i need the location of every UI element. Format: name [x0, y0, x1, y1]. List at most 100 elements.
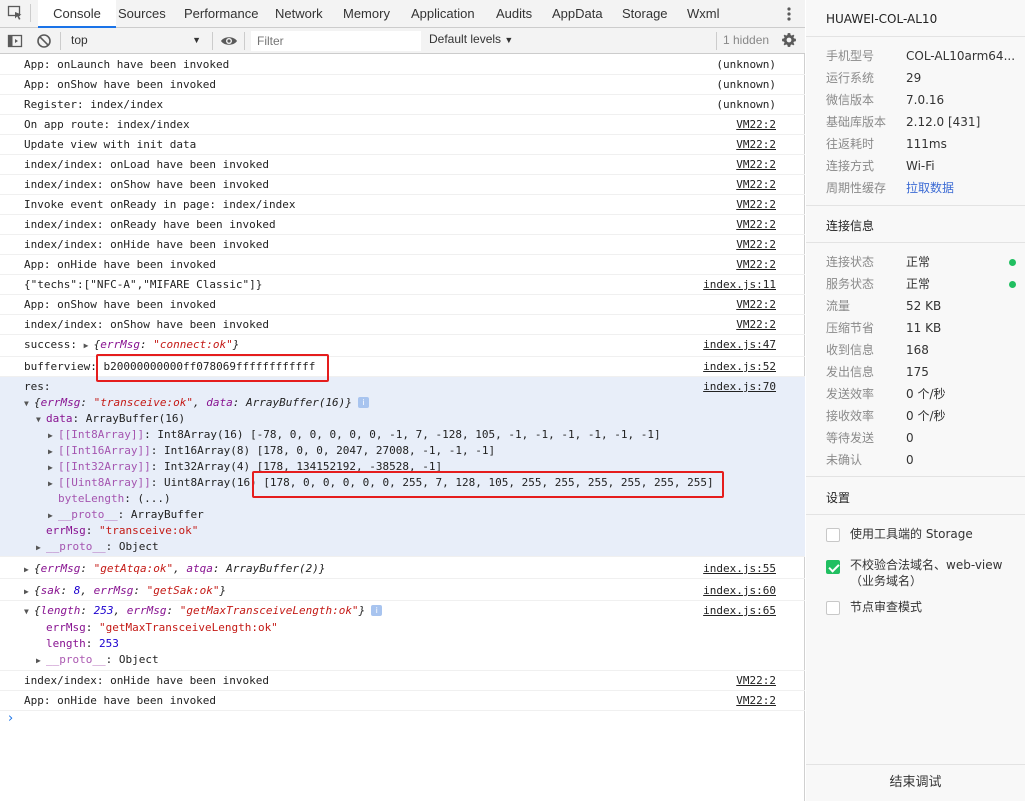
tab-application[interactable]: Application	[409, 0, 477, 28]
console-prompt[interactable]: ›	[8, 711, 13, 726]
property-proto[interactable]: ▶ __proto__: Object	[36, 653, 159, 666]
log-row-expanded: ▼ {length: 253, errMsg: "getMaxTransceive…	[0, 601, 805, 671]
info-icon: i	[371, 605, 383, 616]
log-source-link[interactable]: index.js:65	[703, 604, 776, 617]
dropdown-arrow-icon: ▼	[192, 35, 201, 45]
info-value: 111ms	[906, 137, 947, 151]
log-levels-dropdown[interactable]: Default levels ▼	[429, 32, 513, 46]
info-key: 接收效率	[826, 409, 875, 423]
log-message: index/index: onHide have been invoked	[24, 238, 270, 251]
status-ok-dot	[1009, 259, 1016, 266]
end-debug-button[interactable]: 结束调试	[806, 764, 1025, 801]
property-errmsg: errMsg: "transceive:ok"	[46, 524, 199, 537]
object-preview[interactable]: ▶ {errMsg: "getAtqa:ok", atqa: ArrayBuffe…	[24, 562, 325, 575]
log-row: App: onHide have been invoked VM22:2	[0, 691, 805, 711]
log-row: index/index: onHide have been invoked VM2…	[0, 235, 805, 255]
log-source-link[interactable]: VM22:2	[736, 258, 776, 271]
tab-performance[interactable]: Performance	[182, 0, 260, 28]
gear-icon[interactable]	[781, 32, 797, 48]
log-source-link[interactable]: index.js:11	[703, 278, 776, 291]
object-summary[interactable]: ▼ {length: 253, errMsg: "getMaxTransceive…	[24, 604, 383, 617]
log-source-link[interactable]: VM22:2	[736, 118, 776, 131]
log-source-link[interactable]: VM22:2	[736, 318, 776, 331]
tab-appdata[interactable]: AppData	[550, 0, 605, 28]
log-message: App: onShow have been invoked	[24, 78, 217, 91]
log-source-link[interactable]: index.js:52	[703, 360, 776, 373]
device-info-row: 微信版本 7.0.16	[826, 89, 1016, 111]
property-data[interactable]: ▼ data: ArrayBuffer(16)	[36, 412, 185, 425]
log-source-link[interactable]: VM22:2	[736, 158, 776, 171]
collapse-arrow-icon: ▼	[24, 607, 29, 616]
log-source-link[interactable]: index.js:70	[703, 380, 776, 393]
info-key: 发出信息	[826, 365, 875, 379]
log-message: Update view with init data	[24, 138, 197, 151]
tab-storage[interactable]: Storage	[620, 0, 670, 28]
log-source-link[interactable]: VM22:2	[736, 178, 776, 191]
fetch-data-link[interactable]: 拉取数据	[906, 177, 954, 199]
collapse-arrow-icon: ▼	[36, 415, 41, 424]
tab-audits[interactable]: Audits	[494, 0, 534, 28]
log-row: index/index: onShow have been invoked VM2…	[0, 175, 805, 195]
log-message: App: onShow have been invoked	[24, 298, 217, 311]
object-preview[interactable]: ▶ {sak: 8, errMsg: "getSak:ok"}	[24, 584, 226, 597]
log-row: Register: index/index (unknown)	[0, 95, 805, 115]
log-source-link[interactable]: index.js:55	[703, 562, 776, 575]
log-source-link[interactable]: VM22:2	[736, 298, 776, 311]
info-key: 收到信息	[826, 343, 875, 357]
sidebar-toggle-icon[interactable]	[7, 33, 23, 49]
tab-wxml[interactable]: Wxml	[685, 0, 722, 28]
log-message: success: ▶ {errMsg: "connect:ok"}	[24, 338, 239, 351]
tab-memory[interactable]: Memory	[341, 0, 392, 28]
expand-arrow-icon: ▶	[24, 565, 29, 574]
log-source-link[interactable]: index.js:47	[703, 338, 776, 351]
log-source-link[interactable]: VM22:2	[736, 238, 776, 251]
device-info-row: 周期性缓存 拉取数据	[826, 177, 1016, 199]
property-bytelength[interactable]: byteLength: (...)	[58, 492, 171, 505]
connection-row: 流量 52 KB	[826, 295, 1016, 317]
more-options-icon[interactable]	[784, 4, 794, 24]
eye-icon[interactable]	[220, 33, 238, 49]
property-int16array[interactable]: ▶ [[Int16Array]]: Int16Array(8) [178, 0, …	[48, 444, 495, 457]
log-label: res:	[24, 380, 51, 393]
info-value: Wi-Fi	[906, 159, 935, 173]
property-int8array[interactable]: ▶ [[Int8Array]]: Int8Array(16) [-78, 0, 0…	[48, 428, 661, 441]
property-proto[interactable]: ▶ __proto__: Object	[36, 540, 159, 553]
connection-row: 等待发送 0	[826, 427, 1016, 449]
log-row: App: onLaunch have been invoked (unknown)	[0, 55, 805, 75]
tab-console[interactable]: Console	[38, 0, 116, 28]
log-label: bufferview:	[24, 360, 97, 373]
hidden-count: 1 hidden	[723, 33, 770, 47]
expand-arrow-icon[interactable]: ▶	[84, 341, 94, 350]
info-key: 连接方式	[826, 159, 875, 173]
info-key: 运行系统	[826, 71, 875, 85]
info-key: 手机型号	[826, 49, 875, 63]
object-summary[interactable]: ▼ {errMsg: "transceive:ok", data: ArrayBu…	[24, 396, 369, 409]
log-source-link[interactable]: VM22:2	[736, 138, 776, 151]
storage-checkbox[interactable]	[826, 528, 840, 542]
node-inspect-checkbox[interactable]	[826, 601, 840, 615]
connection-row: 发送效率 0 个/秒	[826, 383, 1016, 405]
object-preview[interactable]: {errMsg: "connect:ok"}	[94, 338, 240, 351]
property-proto[interactable]: ▶ __proto__: ArrayBuffer	[48, 508, 204, 521]
log-source-link[interactable]: VM22:2	[736, 674, 776, 687]
log-message: Register: index/index	[24, 98, 164, 111]
context-selector[interactable]: top ▼	[65, 30, 207, 51]
skip-domain-check-checkbox[interactable]	[826, 560, 840, 574]
log-source-link[interactable]: VM22:2	[736, 198, 776, 211]
log-source-link[interactable]: VM22:2	[736, 694, 776, 707]
expand-arrow-icon: ▶	[36, 543, 41, 552]
log-source: (unknown)	[716, 58, 776, 71]
tab-network[interactable]: Network	[273, 0, 325, 28]
info-value: 0 个/秒	[906, 409, 946, 423]
inspect-element-icon[interactable]	[7, 5, 23, 21]
info-value: 11 KB	[906, 321, 942, 335]
info-key: 等待发送	[826, 431, 875, 445]
log-source-link[interactable]: VM22:2	[736, 218, 776, 231]
log-source-link[interactable]: index.js:60	[703, 584, 776, 597]
context-selector-value: top	[71, 33, 88, 47]
filter-input[interactable]	[251, 31, 421, 51]
tab-sources[interactable]: Sources	[116, 0, 168, 28]
device-info-row: 运行系统 29	[826, 67, 1016, 89]
info-key: 周期性缓存	[826, 181, 887, 195]
clear-console-icon[interactable]	[36, 33, 52, 49]
